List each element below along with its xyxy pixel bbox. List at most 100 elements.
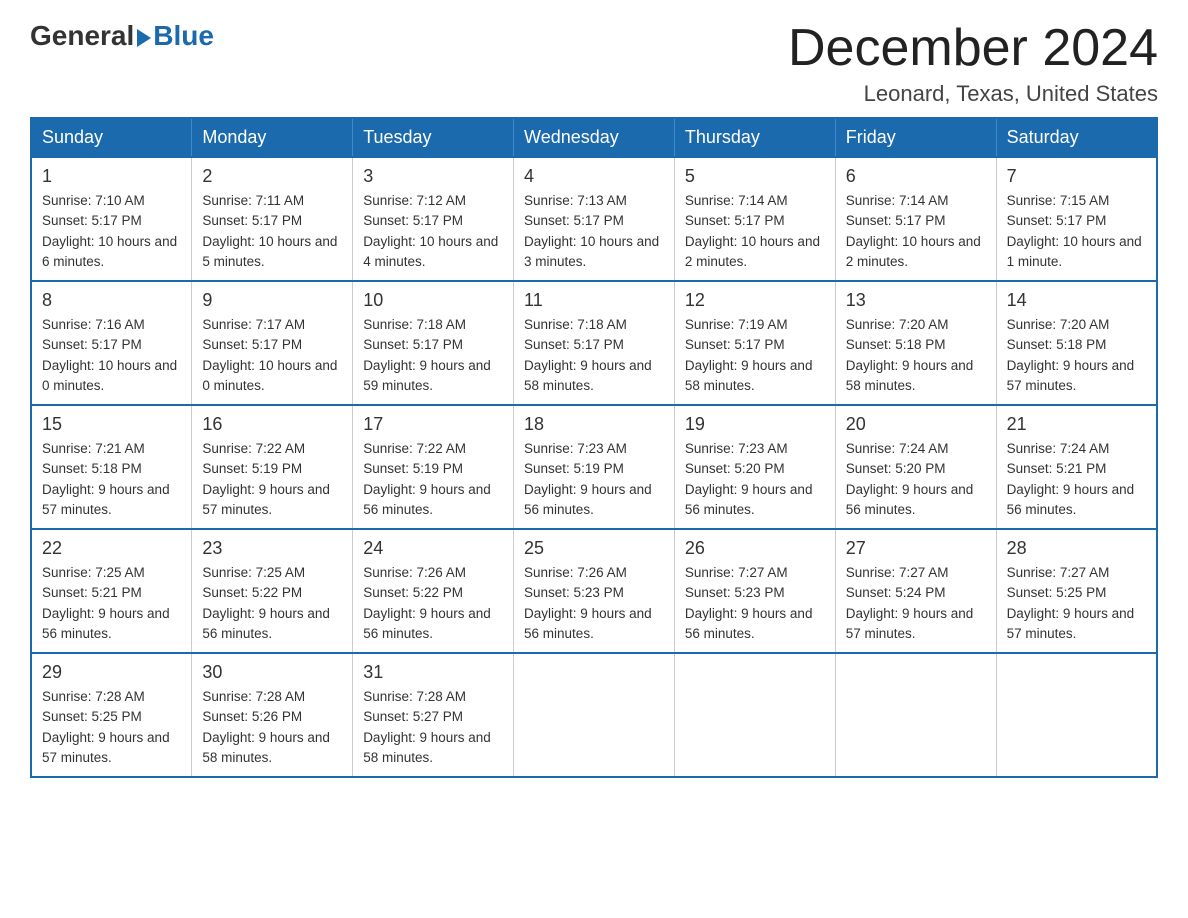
logo: General Blue bbox=[30, 20, 214, 52]
day-info: Sunrise: 7:27 AM Sunset: 5:23 PM Dayligh… bbox=[685, 563, 825, 644]
calendar-cell: 7 Sunrise: 7:15 AM Sunset: 5:17 PM Dayli… bbox=[996, 157, 1157, 281]
calendar-cell: 8 Sunrise: 7:16 AM Sunset: 5:17 PM Dayli… bbox=[31, 281, 192, 405]
day-number: 14 bbox=[1007, 290, 1146, 311]
header-thursday: Thursday bbox=[674, 118, 835, 157]
calendar-cell: 25 Sunrise: 7:26 AM Sunset: 5:23 PM Dayl… bbox=[514, 529, 675, 653]
week-row-1: 1 Sunrise: 7:10 AM Sunset: 5:17 PM Dayli… bbox=[31, 157, 1157, 281]
day-number: 8 bbox=[42, 290, 181, 311]
calendar-cell: 15 Sunrise: 7:21 AM Sunset: 5:18 PM Dayl… bbox=[31, 405, 192, 529]
calendar-cell bbox=[674, 653, 835, 777]
day-info: Sunrise: 7:28 AM Sunset: 5:27 PM Dayligh… bbox=[363, 687, 503, 768]
day-info: Sunrise: 7:11 AM Sunset: 5:17 PM Dayligh… bbox=[202, 191, 342, 272]
calendar-cell: 31 Sunrise: 7:28 AM Sunset: 5:27 PM Dayl… bbox=[353, 653, 514, 777]
day-info: Sunrise: 7:28 AM Sunset: 5:25 PM Dayligh… bbox=[42, 687, 181, 768]
day-info: Sunrise: 7:22 AM Sunset: 5:19 PM Dayligh… bbox=[363, 439, 503, 520]
day-info: Sunrise: 7:18 AM Sunset: 5:17 PM Dayligh… bbox=[363, 315, 503, 396]
day-info: Sunrise: 7:20 AM Sunset: 5:18 PM Dayligh… bbox=[1007, 315, 1146, 396]
calendar-cell: 4 Sunrise: 7:13 AM Sunset: 5:17 PM Dayli… bbox=[514, 157, 675, 281]
week-row-2: 8 Sunrise: 7:16 AM Sunset: 5:17 PM Dayli… bbox=[31, 281, 1157, 405]
day-info: Sunrise: 7:14 AM Sunset: 5:17 PM Dayligh… bbox=[846, 191, 986, 272]
day-number: 17 bbox=[363, 414, 503, 435]
calendar-table: SundayMondayTuesdayWednesdayThursdayFrid… bbox=[30, 117, 1158, 778]
day-number: 4 bbox=[524, 166, 664, 187]
day-info: Sunrise: 7:17 AM Sunset: 5:17 PM Dayligh… bbox=[202, 315, 342, 396]
day-number: 19 bbox=[685, 414, 825, 435]
week-row-3: 15 Sunrise: 7:21 AM Sunset: 5:18 PM Dayl… bbox=[31, 405, 1157, 529]
day-info: Sunrise: 7:21 AM Sunset: 5:18 PM Dayligh… bbox=[42, 439, 181, 520]
title-block: December 2024 Leonard, Texas, United Sta… bbox=[788, 20, 1158, 107]
day-number: 23 bbox=[202, 538, 342, 559]
day-info: Sunrise: 7:18 AM Sunset: 5:17 PM Dayligh… bbox=[524, 315, 664, 396]
calendar-cell: 16 Sunrise: 7:22 AM Sunset: 5:19 PM Dayl… bbox=[192, 405, 353, 529]
week-row-4: 22 Sunrise: 7:25 AM Sunset: 5:21 PM Dayl… bbox=[31, 529, 1157, 653]
day-info: Sunrise: 7:24 AM Sunset: 5:21 PM Dayligh… bbox=[1007, 439, 1146, 520]
day-info: Sunrise: 7:12 AM Sunset: 5:17 PM Dayligh… bbox=[363, 191, 503, 272]
calendar-cell: 22 Sunrise: 7:25 AM Sunset: 5:21 PM Dayl… bbox=[31, 529, 192, 653]
day-info: Sunrise: 7:24 AM Sunset: 5:20 PM Dayligh… bbox=[846, 439, 986, 520]
calendar-cell: 2 Sunrise: 7:11 AM Sunset: 5:17 PM Dayli… bbox=[192, 157, 353, 281]
calendar-cell bbox=[835, 653, 996, 777]
day-number: 11 bbox=[524, 290, 664, 311]
day-number: 30 bbox=[202, 662, 342, 683]
calendar-cell: 28 Sunrise: 7:27 AM Sunset: 5:25 PM Dayl… bbox=[996, 529, 1157, 653]
logo-arrow-icon bbox=[137, 29, 151, 47]
day-number: 2 bbox=[202, 166, 342, 187]
day-info: Sunrise: 7:20 AM Sunset: 5:18 PM Dayligh… bbox=[846, 315, 986, 396]
day-info: Sunrise: 7:19 AM Sunset: 5:17 PM Dayligh… bbox=[685, 315, 825, 396]
calendar-cell: 24 Sunrise: 7:26 AM Sunset: 5:22 PM Dayl… bbox=[353, 529, 514, 653]
header-saturday: Saturday bbox=[996, 118, 1157, 157]
day-number: 9 bbox=[202, 290, 342, 311]
day-info: Sunrise: 7:28 AM Sunset: 5:26 PM Dayligh… bbox=[202, 687, 342, 768]
calendar-cell bbox=[514, 653, 675, 777]
logo-blue-text: Blue bbox=[153, 20, 214, 52]
day-info: Sunrise: 7:13 AM Sunset: 5:17 PM Dayligh… bbox=[524, 191, 664, 272]
day-info: Sunrise: 7:14 AM Sunset: 5:17 PM Dayligh… bbox=[685, 191, 825, 272]
calendar-cell: 5 Sunrise: 7:14 AM Sunset: 5:17 PM Dayli… bbox=[674, 157, 835, 281]
header-sunday: Sunday bbox=[31, 118, 192, 157]
calendar-cell: 30 Sunrise: 7:28 AM Sunset: 5:26 PM Dayl… bbox=[192, 653, 353, 777]
day-number: 13 bbox=[846, 290, 986, 311]
day-info: Sunrise: 7:15 AM Sunset: 5:17 PM Dayligh… bbox=[1007, 191, 1146, 272]
day-info: Sunrise: 7:16 AM Sunset: 5:17 PM Dayligh… bbox=[42, 315, 181, 396]
calendar-cell: 11 Sunrise: 7:18 AM Sunset: 5:17 PM Dayl… bbox=[514, 281, 675, 405]
day-info: Sunrise: 7:23 AM Sunset: 5:19 PM Dayligh… bbox=[524, 439, 664, 520]
day-info: Sunrise: 7:25 AM Sunset: 5:22 PM Dayligh… bbox=[202, 563, 342, 644]
day-number: 10 bbox=[363, 290, 503, 311]
calendar-cell: 3 Sunrise: 7:12 AM Sunset: 5:17 PM Dayli… bbox=[353, 157, 514, 281]
day-number: 6 bbox=[846, 166, 986, 187]
day-number: 1 bbox=[42, 166, 181, 187]
day-info: Sunrise: 7:10 AM Sunset: 5:17 PM Dayligh… bbox=[42, 191, 181, 272]
week-row-5: 29 Sunrise: 7:28 AM Sunset: 5:25 PM Dayl… bbox=[31, 653, 1157, 777]
calendar-cell: 17 Sunrise: 7:22 AM Sunset: 5:19 PM Dayl… bbox=[353, 405, 514, 529]
calendar-cell: 13 Sunrise: 7:20 AM Sunset: 5:18 PM Dayl… bbox=[835, 281, 996, 405]
day-info: Sunrise: 7:26 AM Sunset: 5:22 PM Dayligh… bbox=[363, 563, 503, 644]
calendar-cell: 26 Sunrise: 7:27 AM Sunset: 5:23 PM Dayl… bbox=[674, 529, 835, 653]
day-number: 15 bbox=[42, 414, 181, 435]
day-number: 21 bbox=[1007, 414, 1146, 435]
day-info: Sunrise: 7:25 AM Sunset: 5:21 PM Dayligh… bbox=[42, 563, 181, 644]
calendar-cell: 18 Sunrise: 7:23 AM Sunset: 5:19 PM Dayl… bbox=[514, 405, 675, 529]
day-info: Sunrise: 7:22 AM Sunset: 5:19 PM Dayligh… bbox=[202, 439, 342, 520]
calendar-cell: 21 Sunrise: 7:24 AM Sunset: 5:21 PM Dayl… bbox=[996, 405, 1157, 529]
calendar-cell: 23 Sunrise: 7:25 AM Sunset: 5:22 PM Dayl… bbox=[192, 529, 353, 653]
day-number: 3 bbox=[363, 166, 503, 187]
day-number: 18 bbox=[524, 414, 664, 435]
day-info: Sunrise: 7:27 AM Sunset: 5:24 PM Dayligh… bbox=[846, 563, 986, 644]
day-info: Sunrise: 7:27 AM Sunset: 5:25 PM Dayligh… bbox=[1007, 563, 1146, 644]
day-number: 5 bbox=[685, 166, 825, 187]
location-title: Leonard, Texas, United States bbox=[788, 81, 1158, 107]
day-info: Sunrise: 7:26 AM Sunset: 5:23 PM Dayligh… bbox=[524, 563, 664, 644]
header-wednesday: Wednesday bbox=[514, 118, 675, 157]
day-number: 26 bbox=[685, 538, 825, 559]
calendar-cell: 19 Sunrise: 7:23 AM Sunset: 5:20 PM Dayl… bbox=[674, 405, 835, 529]
calendar-cell: 20 Sunrise: 7:24 AM Sunset: 5:20 PM Dayl… bbox=[835, 405, 996, 529]
header-friday: Friday bbox=[835, 118, 996, 157]
calendar-header-row: SundayMondayTuesdayWednesdayThursdayFrid… bbox=[31, 118, 1157, 157]
header-tuesday: Tuesday bbox=[353, 118, 514, 157]
day-number: 27 bbox=[846, 538, 986, 559]
calendar-cell: 9 Sunrise: 7:17 AM Sunset: 5:17 PM Dayli… bbox=[192, 281, 353, 405]
day-number: 7 bbox=[1007, 166, 1146, 187]
header-monday: Monday bbox=[192, 118, 353, 157]
calendar-cell bbox=[996, 653, 1157, 777]
day-number: 16 bbox=[202, 414, 342, 435]
